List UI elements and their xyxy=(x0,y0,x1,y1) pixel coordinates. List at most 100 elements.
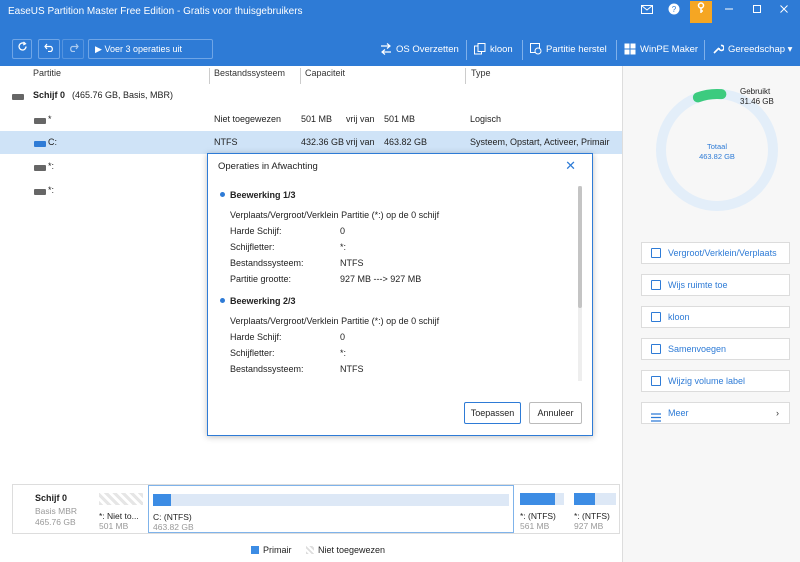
winpe-maker-button[interactable]: WinPE Maker xyxy=(624,41,698,59)
resize-move-label: Vergroot/Verklein/Verplaats xyxy=(668,248,777,258)
total-value: 463.82 GB xyxy=(699,152,735,161)
legend-primary-label: Primair xyxy=(263,545,292,555)
undo-button[interactable] xyxy=(38,39,60,59)
operation-label: Partitie grootte: xyxy=(230,274,292,284)
merge-button[interactable]: Samenvoegen xyxy=(641,338,790,360)
dialog-scrollbar[interactable] xyxy=(578,186,582,381)
col-header-partition[interactable]: Partitie xyxy=(33,68,61,84)
partition-free: 432.36 GB xyxy=(301,137,345,147)
diskmap-partition-3[interactable]: *: (NTFS) 561 MB xyxy=(516,485,568,533)
operation-value: *: xyxy=(340,348,347,358)
operation-value: 0 xyxy=(340,226,346,236)
operation-heading: Beewerking 1/3 xyxy=(220,190,296,200)
minimize-icon[interactable] xyxy=(720,3,738,21)
operation-label: Schijfletter: xyxy=(230,242,275,252)
operation-label: Harde Schijf: xyxy=(230,332,282,342)
operation-value: 0 xyxy=(340,332,346,342)
os-migrate-button[interactable]: OS Overzetten xyxy=(380,41,459,59)
disk-name: Schijf 0 xyxy=(33,90,66,100)
operation-description: Verplaats/Vergroot/Verklein Partitie (*:… xyxy=(230,316,440,326)
tag-icon xyxy=(651,376,661,386)
windows-partition-icon xyxy=(34,141,46,147)
clone-partition-button[interactable]: kloon xyxy=(641,306,790,328)
clone-button[interactable]: kloon xyxy=(474,41,513,59)
partition-name: *: xyxy=(48,185,55,195)
partition-free: 501 MB xyxy=(301,114,333,124)
diskmap-disk-name: Schijf 0 xyxy=(35,493,68,503)
disk-map: Schijf 0 Basis MBR 465.76 GB *: Niet to.… xyxy=(12,484,620,534)
operation-value: NTFS xyxy=(340,364,364,374)
help-icon[interactable]: ? xyxy=(665,3,683,21)
merge-label: Samenvoegen xyxy=(668,344,727,354)
refresh-button[interactable] xyxy=(12,39,32,59)
operation-value: NTFS xyxy=(340,258,364,268)
partition-total: 501 MB xyxy=(384,114,416,124)
partition-name: *: xyxy=(48,161,55,171)
table-row[interactable]: * Niet toegewezen 501 MB vrij van 501 MB… xyxy=(0,108,622,131)
tools-button[interactable]: Gereedschap ▾ xyxy=(712,41,792,59)
partition-recovery-label: Partitie herstel xyxy=(546,44,607,55)
table-row[interactable]: C: NTFS 432.36 GB vrij van 463.82 GB Sys… xyxy=(0,131,622,154)
toolbar: ▶ Voer 3 operaties uit OS Overzetten klo… xyxy=(0,24,800,66)
pending-operations-dialog: Operaties in Afwachting ✕ Beewerking 1/3… xyxy=(207,153,593,436)
partition-fs: NTFS xyxy=(214,137,238,147)
tools-label: Gereedschap xyxy=(728,44,786,55)
close-icon[interactable] xyxy=(775,3,793,21)
apply-operations-button[interactable]: ▶ Voer 3 operaties uit xyxy=(88,39,213,59)
key-icon[interactable] xyxy=(690,1,712,23)
col-header-capacity[interactable]: Capaciteit xyxy=(305,68,345,84)
migrate-icon xyxy=(381,43,391,55)
svg-text:?: ? xyxy=(672,5,677,14)
wrench-icon xyxy=(713,44,725,54)
play-icon: ▶ xyxy=(95,44,102,54)
apply-button[interactable]: Toepassen xyxy=(464,402,521,424)
partition-total: 463.82 GB xyxy=(384,137,428,147)
legend-primary-swatch xyxy=(251,546,259,554)
redo-button[interactable] xyxy=(62,39,84,59)
allocate-space-button[interactable]: Wijs ruimte toe xyxy=(641,274,790,296)
os-migrate-label: OS Overzetten xyxy=(396,44,459,55)
partition-free-label: vrij van xyxy=(346,137,375,147)
cancel-button[interactable]: Annuleer xyxy=(529,402,582,424)
chevron-right-icon: › xyxy=(776,408,779,418)
clone-icon xyxy=(651,312,661,322)
partition-recovery-button[interactable]: Partitie herstel xyxy=(530,41,607,59)
partition-icon xyxy=(34,165,46,171)
diskmap-partition-unallocated[interactable]: *: Niet to... 501 MB xyxy=(95,485,147,533)
legend-unallocated-label: Niet toegewezen xyxy=(318,545,386,555)
operation-label: Bestandssysteem: xyxy=(230,258,304,268)
maximize-icon[interactable] xyxy=(748,3,766,21)
disk-info: (465.76 GB, Basis, MBR) xyxy=(72,90,174,100)
more-button[interactable]: Meer › xyxy=(641,402,790,424)
chevron-down-icon: ▾ xyxy=(785,44,793,55)
partition-type: Logisch xyxy=(470,114,502,124)
winpe-maker-label: WinPE Maker xyxy=(640,44,699,55)
right-panel: Gebruikt 31.46 GB Totaal 463.82 GB Vergr… xyxy=(622,66,800,562)
total-label: Totaal xyxy=(706,142,727,151)
operation-label: Schijfletter: xyxy=(230,348,275,358)
partition-name: C: xyxy=(48,137,57,147)
list-icon xyxy=(651,409,661,422)
partition-icon xyxy=(34,118,46,124)
operation-label: Bestandssysteem: xyxy=(230,364,304,374)
used-label: Gebruikt xyxy=(740,87,771,96)
close-icon[interactable]: ✕ xyxy=(565,158,576,174)
diskmap-partition-c[interactable]: C: (NTFS) 463.82 GB xyxy=(148,485,514,533)
change-label-button[interactable]: Wijzig volume label xyxy=(641,370,790,392)
mail-icon[interactable] xyxy=(638,3,656,21)
operation-label: Harde Schijf: xyxy=(230,226,282,236)
resize-move-button[interactable]: Vergroot/Verklein/Verplaats xyxy=(641,242,790,264)
col-header-filesystem[interactable]: Bestandssysteem xyxy=(214,68,285,84)
disk-row[interactable]: Schijf 0 (465.76 GB, Basis, MBR) xyxy=(0,84,622,107)
used-value: 31.46 GB xyxy=(740,97,774,106)
operation-value: 927 MB ---> 927 MB xyxy=(340,274,422,284)
col-header-type[interactable]: Type xyxy=(471,68,491,84)
partition-fs: Niet toegewezen xyxy=(214,114,282,124)
undo-icon xyxy=(43,43,53,53)
window-title: EaseUS Partition Master Free Edition - G… xyxy=(8,6,303,17)
partition-icon xyxy=(34,189,46,195)
clone-partition-label: kloon xyxy=(668,312,690,322)
disk-icon xyxy=(12,94,24,100)
diskmap-partition-4[interactable]: *: (NTFS) 927 MB xyxy=(570,485,620,533)
legend-unallocated-swatch xyxy=(306,546,314,554)
